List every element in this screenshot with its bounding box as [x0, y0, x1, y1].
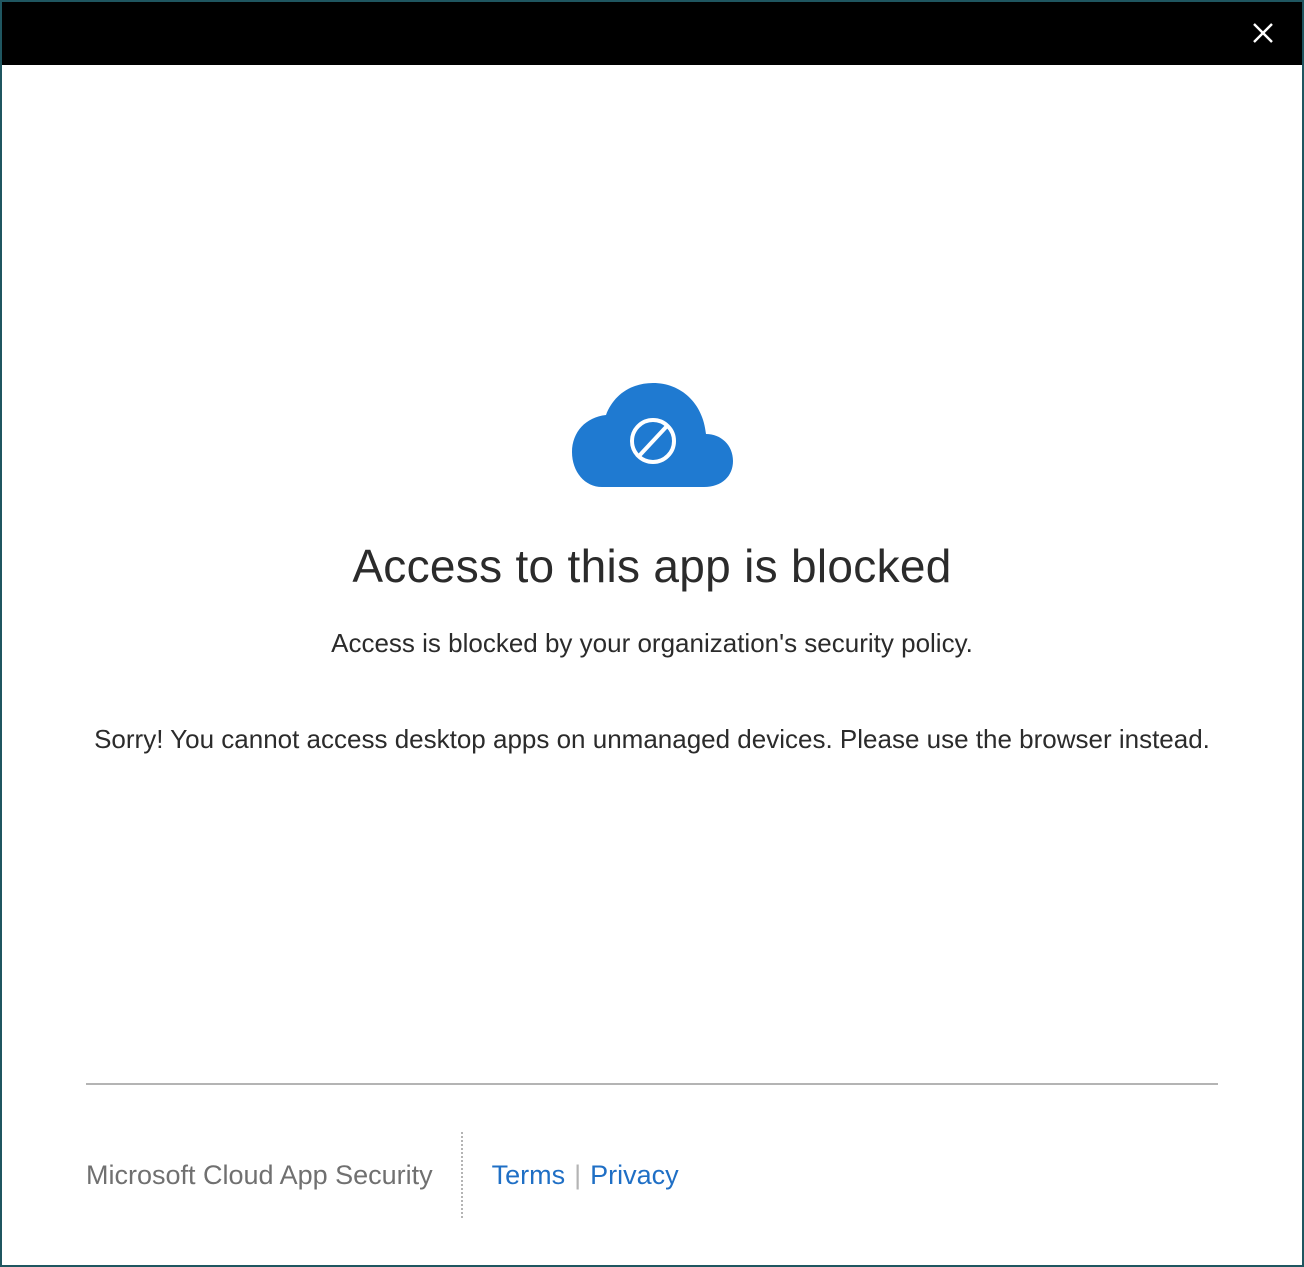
page-subtitle: Access is blocked by your organization's…	[331, 628, 973, 658]
page-title: Access to this app is blocked	[352, 540, 952, 592]
link-separator: |	[574, 1159, 582, 1190]
dialog-window: Access to this app is blocked Access is …	[0, 0, 1304, 1267]
blocked-message: Sorry! You cannot access desktop apps on…	[94, 724, 1210, 754]
title-bar	[2, 2, 1302, 65]
brand-name: Microsoft Cloud App Security	[86, 1159, 433, 1190]
privacy-link[interactable]: Privacy	[590, 1160, 679, 1191]
close-button[interactable]	[1246, 16, 1280, 50]
footer: Microsoft Cloud App Security Terms | Pri…	[86, 1132, 679, 1218]
close-icon	[1253, 23, 1273, 43]
terms-link[interactable]: Terms	[492, 1160, 566, 1191]
footer-divider	[86, 1083, 1218, 1085]
cloud-blocked-icon	[572, 383, 733, 487]
footer-links: Terms | Privacy	[463, 1160, 679, 1191]
